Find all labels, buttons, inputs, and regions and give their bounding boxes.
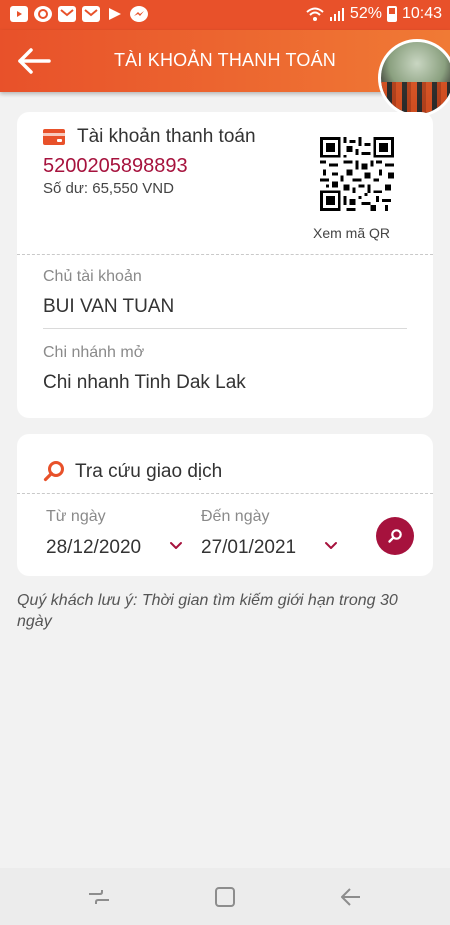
battery-icon <box>386 6 397 22</box>
chevron-down-icon[interactable] <box>169 541 183 551</box>
status-bar: 52% 10:43 <box>0 0 450 30</box>
account-card: Tài khoản thanh toán 5200205898893 Số dư… <box>17 112 433 418</box>
system-nav-bar <box>0 868 450 925</box>
play-store-icon <box>106 6 124 22</box>
chevron-down-icon[interactable] <box>324 541 338 551</box>
battery-percent: 52% <box>349 5 382 22</box>
recent-apps-icon[interactable] <box>86 884 112 910</box>
divider <box>17 254 433 255</box>
search-title: Tra cứu giao dịch <box>75 461 223 482</box>
branch-value: Chi nhanh Tinh Dak Lak <box>43 372 246 393</box>
mail-icon <box>82 6 100 22</box>
status-right: 52% 10:43 <box>306 5 442 23</box>
to-date-label: Đến ngày <box>201 508 270 525</box>
notification-icons <box>10 6 148 22</box>
avatar[interactable] <box>378 39 450 117</box>
from-date-label: Từ ngày <box>46 508 106 525</box>
app-icon <box>34 6 52 22</box>
wifi-icon <box>306 7 324 21</box>
divider <box>43 328 407 329</box>
branch-label: Chi nhánh mở <box>43 344 145 361</box>
youtube-icon <box>10 6 28 22</box>
home-icon[interactable] <box>212 884 238 910</box>
search-note: Quý khách lưu ý: Thời gian tìm kiếm giới… <box>17 592 398 630</box>
owner-value: BUI VAN TUAN <box>43 296 175 317</box>
account-balance: Số dư: 65,550 VND <box>43 180 174 197</box>
app-header: TÀI KHOẢN THANH TOÁN <box>0 30 450 117</box>
view-qr-link[interactable]: Xem mã QR <box>313 225 390 241</box>
clock: 10:43 <box>401 5 442 22</box>
transaction-search-card: Tra cứu giao dịch Từ ngày 28/12/2020 Đến… <box>17 434 433 576</box>
messenger-icon <box>130 6 148 22</box>
from-date-field[interactable]: 28/12/2020 <box>46 537 141 559</box>
account-title: Tài khoản thanh toán <box>77 126 256 147</box>
nav-back-icon[interactable] <box>337 884 363 910</box>
qr-code-icon[interactable] <box>320 137 394 211</box>
account-number: 5200205898893 <box>43 155 188 177</box>
mail-icon <box>58 6 76 22</box>
search-icon <box>43 461 64 482</box>
search-button[interactable] <box>376 517 414 555</box>
avatar-photo <box>381 81 450 114</box>
owner-label: Chủ tài khoản <box>43 268 142 285</box>
divider <box>17 493 433 494</box>
signal-icon <box>329 8 344 21</box>
to-date-field[interactable]: 27/01/2021 <box>201 537 296 559</box>
wallet-icon <box>43 129 65 145</box>
search-icon <box>388 529 402 543</box>
